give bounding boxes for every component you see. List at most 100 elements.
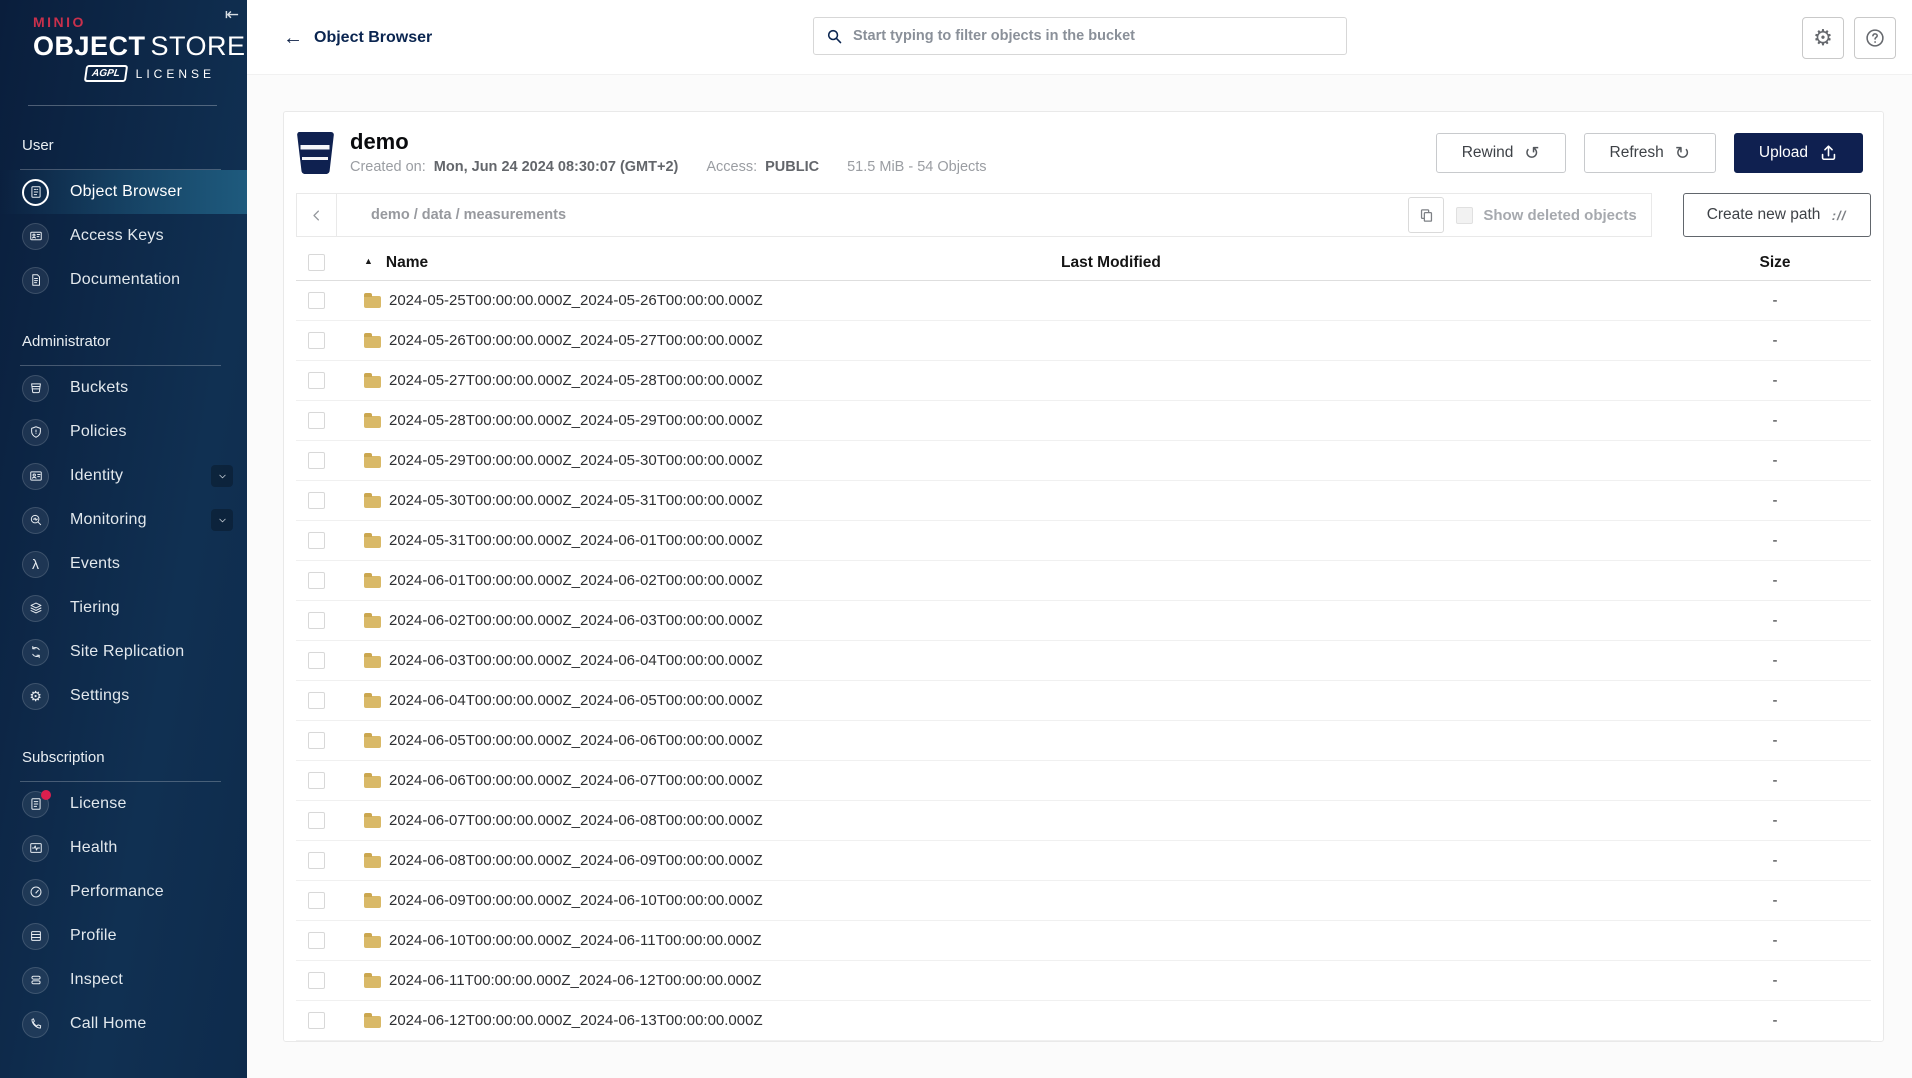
object-name[interactable]: 2024-05-29T00:00:00.000Z_2024-05-30T00:0… xyxy=(389,452,763,469)
sidebar-item-performance[interactable]: Performance xyxy=(0,870,247,914)
row-checkbox[interactable] xyxy=(308,332,325,349)
object-name[interactable]: 2024-06-04T00:00:00.000Z_2024-06-05T00:0… xyxy=(389,692,763,709)
table-row[interactable]: 2024-05-29T00:00:00.000Z_2024-05-30T00:0… xyxy=(296,441,1871,481)
row-checkbox[interactable] xyxy=(308,652,325,669)
table-row[interactable]: 2024-06-08T00:00:00.000Z_2024-06-09T00:0… xyxy=(296,841,1871,881)
sidebar-collapse-icon[interactable]: ⇤ xyxy=(225,6,239,23)
object-name[interactable]: 2024-06-11T00:00:00.000Z_2024-06-12T00:0… xyxy=(389,972,762,989)
row-checkbox[interactable] xyxy=(308,892,325,909)
table-row[interactable]: 2024-06-05T00:00:00.000Z_2024-06-06T00:0… xyxy=(296,721,1871,761)
row-checkbox[interactable] xyxy=(308,612,325,629)
sidebar-item-monitoring[interactable]: Monitoring xyxy=(0,498,247,542)
table-row[interactable]: 2024-05-27T00:00:00.000Z_2024-05-28T00:0… xyxy=(296,361,1871,401)
sidebar-item-policies[interactable]: Policies xyxy=(0,410,247,454)
sidebar-item-settings[interactable]: ⚙ Settings xyxy=(0,674,247,718)
sidebar-item-license[interactable]: License xyxy=(0,782,247,826)
table-row[interactable]: 2024-05-25T00:00:00.000Z_2024-05-26T00:0… xyxy=(296,281,1871,321)
table-row[interactable]: 2024-06-02T00:00:00.000Z_2024-06-03T00:0… xyxy=(296,601,1871,641)
table-row[interactable]: 2024-06-06T00:00:00.000Z_2024-06-07T00:0… xyxy=(296,761,1871,801)
refresh-button[interactable]: Refresh ↻ xyxy=(1583,132,1716,173)
chevron-down-icon[interactable] xyxy=(211,509,233,531)
row-checkbox[interactable] xyxy=(308,532,325,549)
object-name[interactable]: 2024-06-09T00:00:00.000Z_2024-06-10T00:0… xyxy=(389,892,763,909)
object-size: - xyxy=(1772,372,1778,389)
row-checkbox[interactable] xyxy=(308,1012,325,1029)
upload-button[interactable]: Upload xyxy=(1733,132,1863,173)
table-row[interactable]: 2024-06-01T00:00:00.000Z_2024-06-02T00:0… xyxy=(296,561,1871,601)
row-checkbox[interactable] xyxy=(308,372,325,389)
settings-button[interactable]: ⚙ xyxy=(1802,17,1844,59)
object-name[interactable]: 2024-06-06T00:00:00.000Z_2024-06-07T00:0… xyxy=(389,772,763,789)
sidebar-item-documentation[interactable]: Documentation xyxy=(0,258,247,302)
sidebar-item-identity[interactable]: Identity xyxy=(0,454,247,498)
object-name[interactable]: 2024-05-31T00:00:00.000Z_2024-06-01T00:0… xyxy=(389,532,763,549)
sidebar-item-profile[interactable]: Profile xyxy=(0,914,247,958)
row-checkbox[interactable] xyxy=(308,692,325,709)
create-new-path-button[interactable]: Create new path :// xyxy=(1682,193,1871,237)
object-name[interactable]: 2024-06-01T00:00:00.000Z_2024-06-02T00:0… xyxy=(389,572,763,589)
object-name[interactable]: 2024-06-10T00:00:00.000Z_2024-06-11T00:0… xyxy=(389,932,762,949)
row-checkbox[interactable] xyxy=(308,932,325,949)
object-name[interactable]: 2024-06-08T00:00:00.000Z_2024-06-09T00:0… xyxy=(389,852,763,869)
row-checkbox[interactable] xyxy=(308,772,325,789)
table-row[interactable]: 2024-06-03T00:00:00.000Z_2024-06-04T00:0… xyxy=(296,641,1871,681)
table-row[interactable]: 2024-06-09T00:00:00.000Z_2024-06-10T00:0… xyxy=(296,881,1871,921)
object-name[interactable]: 2024-05-28T00:00:00.000Z_2024-05-29T00:0… xyxy=(389,412,763,429)
sidebar-item-object-browser[interactable]: Object Browser xyxy=(0,170,247,214)
table-row[interactable]: 2024-05-31T00:00:00.000Z_2024-06-01T00:0… xyxy=(296,521,1871,561)
object-size: - xyxy=(1772,892,1778,909)
row-checkbox[interactable] xyxy=(308,572,325,589)
row-checkbox[interactable] xyxy=(308,852,325,869)
table-row[interactable]: 2024-05-30T00:00:00.000Z_2024-05-31T00:0… xyxy=(296,481,1871,521)
sidebar-item-tiering[interactable]: Tiering xyxy=(0,586,247,630)
sidebar-item-events[interactable]: λ Events xyxy=(0,542,247,586)
table-row[interactable]: 2024-05-28T00:00:00.000Z_2024-05-29T00:0… xyxy=(296,401,1871,441)
table-row[interactable]: 2024-06-11T00:00:00.000Z_2024-06-12T00:0… xyxy=(296,961,1871,1001)
column-header-size[interactable]: Size xyxy=(1759,254,1790,272)
object-name[interactable]: 2024-05-25T00:00:00.000Z_2024-05-26T00:0… xyxy=(389,292,763,309)
chevron-down-icon[interactable] xyxy=(211,465,233,487)
sidebar-item-site-replication[interactable]: Site Replication xyxy=(0,630,247,674)
column-header-last-modified[interactable]: Last Modified xyxy=(1061,254,1161,272)
object-name[interactable]: 2024-06-07T00:00:00.000Z_2024-06-08T00:0… xyxy=(389,812,763,829)
row-checkbox[interactable] xyxy=(308,292,325,309)
help-icon xyxy=(1866,29,1884,47)
page-title-group[interactable]: ← Object Browser xyxy=(283,0,432,75)
navigate-back-button[interactable] xyxy=(297,194,337,236)
back-arrow-icon[interactable]: ← xyxy=(283,28,303,48)
select-all-checkbox[interactable] xyxy=(308,254,325,271)
row-checkbox[interactable] xyxy=(308,812,325,829)
object-name[interactable]: 2024-06-12T00:00:00.000Z_2024-06-13T00:0… xyxy=(389,1012,763,1029)
object-name[interactable]: 2024-05-30T00:00:00.000Z_2024-05-31T00:0… xyxy=(389,492,763,509)
sidebar-item-access-keys[interactable]: Access Keys xyxy=(0,214,247,258)
row-checkbox[interactable] xyxy=(308,732,325,749)
object-name[interactable]: 2024-05-26T00:00:00.000Z_2024-05-27T00:0… xyxy=(389,332,763,349)
row-checkbox[interactable] xyxy=(308,452,325,469)
show-deleted-checkbox[interactable] xyxy=(1456,206,1474,224)
copy-path-button[interactable] xyxy=(1408,197,1445,233)
object-name[interactable]: 2024-06-03T00:00:00.000Z_2024-06-04T00:0… xyxy=(389,652,763,669)
access-value: PUBLIC xyxy=(765,158,820,175)
row-checkbox[interactable] xyxy=(308,492,325,509)
table-row[interactable]: 2024-06-07T00:00:00.000Z_2024-06-08T00:0… xyxy=(296,801,1871,841)
object-name[interactable]: 2024-06-02T00:00:00.000Z_2024-06-03T00:0… xyxy=(389,612,763,629)
row-checkbox[interactable] xyxy=(308,412,325,429)
sidebar-item-health[interactable]: Health xyxy=(0,826,247,870)
sidebar-item-call-home[interactable]: Call Home xyxy=(0,1002,247,1046)
object-name[interactable]: 2024-06-05T00:00:00.000Z_2024-06-06T00:0… xyxy=(389,732,763,749)
search-input[interactable] xyxy=(853,28,1334,44)
column-header-name[interactable]: Name xyxy=(386,254,428,272)
folder-icon xyxy=(364,732,381,748)
table-row[interactable]: 2024-06-10T00:00:00.000Z_2024-06-11T00:0… xyxy=(296,921,1871,961)
breadcrumb[interactable]: demo / data / measurements xyxy=(337,194,1408,236)
object-name[interactable]: 2024-05-27T00:00:00.000Z_2024-05-28T00:0… xyxy=(389,372,763,389)
table-row[interactable]: 2024-05-26T00:00:00.000Z_2024-05-27T00:0… xyxy=(296,321,1871,361)
sidebar-item-buckets[interactable]: Buckets xyxy=(0,366,247,410)
rewind-button[interactable]: Rewind ↺ xyxy=(1435,132,1566,173)
row-checkbox[interactable] xyxy=(308,972,325,989)
help-button[interactable] xyxy=(1854,17,1896,59)
sort-asc-icon[interactable]: ▲ xyxy=(364,256,373,266)
sidebar-item-inspect[interactable]: Inspect xyxy=(0,958,247,1002)
table-row[interactable]: 2024-06-04T00:00:00.000Z_2024-06-05T00:0… xyxy=(296,681,1871,721)
table-row[interactable]: 2024-06-12T00:00:00.000Z_2024-06-13T00:0… xyxy=(296,1001,1871,1041)
